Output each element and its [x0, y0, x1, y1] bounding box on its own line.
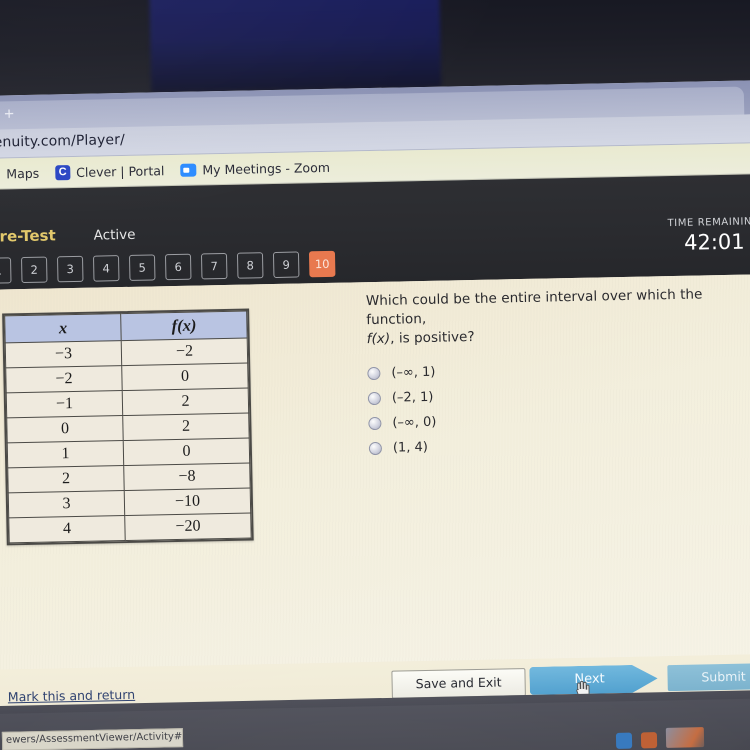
question-button-1[interactable]: 1: [0, 257, 12, 284]
answer-option-label: (–2, 1): [391, 389, 434, 406]
question-text-fx: f(x): [366, 330, 391, 348]
cell-x: 1: [7, 440, 124, 468]
new-tab-icon[interactable]: +: [4, 104, 14, 123]
question-button-2[interactable]: 2: [20, 256, 48, 284]
next-button[interactable]: Next: [529, 664, 658, 695]
cell-x: 3: [8, 490, 125, 518]
answer-options: (–∞, 1) (–2, 1) (–∞, 0) (1, 4): [367, 359, 717, 456]
cell-fx: −10: [124, 488, 251, 516]
question-button-3[interactable]: 3: [56, 255, 84, 283]
bookmark-label: Clever | Portal: [76, 162, 165, 180]
cell-fx: 0: [121, 363, 249, 391]
cell-x: 2: [7, 465, 125, 493]
cell-fx: −2: [121, 338, 248, 366]
save-and-exit-button[interactable]: Save and Exit: [391, 668, 526, 699]
question-button-6[interactable]: 6: [164, 253, 192, 281]
question-button-9[interactable]: 9: [272, 251, 300, 279]
question-button-5[interactable]: 5: [128, 254, 156, 281]
breadcrumb-status: Active: [93, 226, 136, 244]
cell-fx: −20: [124, 513, 252, 541]
column-header-x: x: [4, 313, 122, 343]
column-header-fx: f(x): [120, 311, 248, 341]
background-blue-glow: [148, 0, 442, 93]
breadcrumb: Pre-Test Active: [0, 225, 136, 245]
submit-button[interactable]: Submit: [667, 662, 750, 692]
bookmark-maps[interactable]: Maps: [0, 165, 39, 181]
answer-option-1[interactable]: (–∞, 1): [367, 359, 715, 381]
bookmark-my-meetings-zoom[interactable]: My Meetings - Zoom: [180, 159, 330, 177]
zoom-camera-icon: [180, 163, 197, 177]
time-remaining-value: 42:01: [683, 229, 745, 255]
browser-window: + genuity.com/Player/ Maps C Clever | Po…: [0, 79, 750, 727]
radio-icon[interactable]: [368, 416, 382, 431]
question-navigator: 1 2 3 4 5 6 7 8 9 10: [0, 250, 336, 284]
question-text-line1: Which could be the entire interval over …: [365, 286, 703, 329]
question-text: Which could be the entire interval over …: [366, 285, 715, 349]
answer-option-label: (1, 4): [392, 439, 429, 456]
assessment-app: Pre-Test Active 1 2 3 4 5 6 7 8 9 10 TIM…: [0, 173, 750, 727]
question-button-7[interactable]: 7: [200, 252, 228, 280]
answer-option-label: (–∞, 1): [391, 364, 436, 381]
time-remaining: TIME REMAINING 42:01: [667, 216, 750, 255]
cell-x: −3: [5, 340, 122, 368]
answer-option-3[interactable]: (–∞, 0): [368, 409, 716, 431]
cell-x: 0: [6, 415, 124, 443]
taskbar-tray: [615, 727, 705, 749]
status-bar-tooltip: ewers/AssessmentViewer/Activity#: [1, 728, 184, 750]
question-button-10-current[interactable]: 10: [308, 250, 336, 278]
bookmark-label: Maps: [6, 165, 40, 181]
question-area: x f(x) −3 −2 −2 0 −1 2 0 2 1 0 2 −8 3 −1…: [0, 273, 750, 671]
function-table: x f(x) −3 −2 −2 0 −1 2 0 2 1 0 2 −8 3 −1…: [2, 308, 254, 546]
question-button-4[interactable]: 4: [92, 255, 120, 282]
cell-fx: −8: [123, 463, 251, 491]
cell-fx: 2: [122, 413, 250, 441]
bookmark-label: My Meetings - Zoom: [202, 159, 331, 177]
table-row: 4 −20: [8, 513, 252, 543]
breadcrumb-assignment[interactable]: Pre-Test: [0, 226, 56, 245]
photo-of-screen: + genuity.com/Player/ Maps C Clever | Po…: [0, 0, 750, 750]
answer-option-4[interactable]: (1, 4): [368, 434, 717, 456]
mark-this-and-return-link[interactable]: Mark this and return: [8, 687, 136, 705]
clever-c-icon: C: [55, 164, 71, 180]
radio-icon[interactable]: [368, 441, 383, 456]
question-text-line2: , is positive?: [390, 328, 475, 347]
taskbar-app-icon-blue[interactable]: [615, 732, 633, 749]
cell-fx: 0: [123, 438, 250, 466]
cell-x: −2: [5, 365, 123, 393]
answer-option-label: (–∞, 0): [392, 414, 437, 431]
time-remaining-label: TIME REMAINING: [667, 216, 750, 230]
cell-x: −1: [6, 390, 123, 418]
address-bar-url: genuity.com/Player/: [0, 131, 126, 151]
assessment-header: Pre-Test Active 1 2 3 4 5 6 7 8 9 10 TIM…: [0, 173, 750, 291]
answer-option-2[interactable]: (–2, 1): [367, 384, 716, 406]
cell-x: 4: [8, 515, 126, 543]
question-block: Which could be the entire interval over …: [366, 285, 717, 456]
question-button-8[interactable]: 8: [236, 252, 264, 279]
bookmark-clever-portal[interactable]: C Clever | Portal: [55, 162, 165, 180]
cell-fx: 2: [122, 388, 249, 416]
radio-icon[interactable]: [367, 391, 382, 406]
radio-icon[interactable]: [367, 366, 381, 381]
taskbar-thumbnail[interactable]: [665, 727, 705, 748]
taskbar-app-icon-orange[interactable]: [640, 732, 658, 749]
